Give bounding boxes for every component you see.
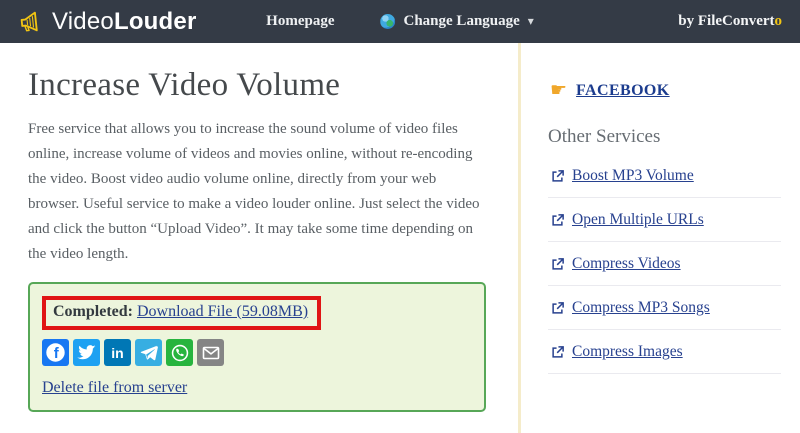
whatsapp-phone-icon bbox=[169, 342, 191, 364]
service-row-compress-images: Compress Images bbox=[548, 330, 781, 374]
facebook-page-link[interactable]: FACEBOOK bbox=[576, 82, 670, 100]
compress-videos-link[interactable]: Compress Videos bbox=[572, 255, 681, 273]
byline: by FileConverto bbox=[678, 13, 782, 30]
compress-mp3-songs-link[interactable]: Compress MP3 Songs bbox=[572, 299, 710, 317]
main-column: Increase Video Volume Free service that … bbox=[0, 43, 518, 433]
pointing-hand-icon: ☛ bbox=[550, 81, 567, 100]
megaphone-icon bbox=[17, 7, 46, 36]
sidebar: ☛ FACEBOOK Other Services Boost MP3 Volu… bbox=[518, 43, 800, 433]
whatsapp-share-icon[interactable] bbox=[166, 339, 193, 366]
email-share-icon[interactable] bbox=[197, 339, 224, 366]
telegram-plane-icon bbox=[139, 343, 159, 363]
completed-label: Completed: bbox=[53, 303, 133, 320]
service-row-compress-videos: Compress Videos bbox=[548, 242, 781, 286]
facebook-row: ☛ FACEBOOK bbox=[550, 81, 782, 100]
boost-mp3-volume-link[interactable]: Boost MP3 Volume bbox=[572, 167, 694, 185]
byline-text: by FileConvert bbox=[678, 13, 774, 29]
logo-word-louder: Louder bbox=[114, 8, 197, 35]
compress-images-link[interactable]: Compress Images bbox=[572, 343, 683, 361]
facebook-share-icon[interactable]: f bbox=[42, 339, 69, 366]
linkedin-in-icon: in bbox=[104, 339, 131, 366]
external-link-icon bbox=[550, 257, 565, 272]
external-link-icon bbox=[550, 301, 565, 316]
twitter-share-icon[interactable] bbox=[73, 339, 100, 366]
twitter-bird-icon bbox=[77, 343, 96, 362]
logo[interactable]: VideoLouder bbox=[18, 8, 196, 36]
service-description: Free service that allows you to increase… bbox=[28, 117, 488, 267]
external-link-icon bbox=[550, 345, 565, 360]
logo-text: VideoLouder bbox=[52, 8, 196, 36]
facebook-icon: f bbox=[42, 339, 69, 366]
page-title: Increase Video Volume bbox=[28, 67, 488, 104]
nav-center: Homepage Change Language ▾ bbox=[266, 13, 534, 30]
service-row-open-urls: Open Multiple URLs bbox=[548, 198, 781, 242]
globe-icon bbox=[381, 14, 396, 29]
share-row: f in bbox=[42, 339, 470, 366]
byline-accent: o bbox=[775, 13, 783, 29]
envelope-icon bbox=[199, 341, 223, 365]
telegram-share-icon[interactable] bbox=[135, 339, 162, 366]
homepage-link[interactable]: Homepage bbox=[266, 13, 334, 30]
videolouder-page: VideoLouder Homepage Change Language ▾ b… bbox=[0, 0, 800, 433]
external-link-icon bbox=[550, 213, 565, 228]
svg-text:in: in bbox=[111, 345, 123, 361]
result-box: Completed: Download File (59.08MB) f bbox=[28, 282, 486, 412]
completed-highlight-box: Completed: Download File (59.08MB) bbox=[42, 296, 321, 330]
open-multiple-urls-link[interactable]: Open Multiple URLs bbox=[572, 211, 704, 229]
logo-word-video: Video bbox=[52, 8, 114, 35]
service-row-compress-mp3: Compress MP3 Songs bbox=[548, 286, 781, 330]
content: Increase Video Volume Free service that … bbox=[0, 43, 800, 433]
change-language-label: Change Language bbox=[404, 13, 520, 30]
other-services-heading: Other Services bbox=[548, 126, 782, 148]
download-file-link[interactable]: Download File (59.08MB) bbox=[137, 303, 308, 320]
external-link-icon bbox=[550, 169, 565, 184]
delete-file-link[interactable]: Delete file from server bbox=[42, 379, 187, 397]
change-language-dropdown[interactable]: Change Language ▾ bbox=[381, 13, 534, 30]
linkedin-share-icon[interactable]: in bbox=[104, 339, 131, 366]
other-services-list: Boost MP3 Volume Open Multiple URLs Comp… bbox=[548, 154, 781, 374]
navbar: VideoLouder Homepage Change Language ▾ b… bbox=[0, 0, 800, 43]
service-row-boost-mp3: Boost MP3 Volume bbox=[548, 154, 781, 198]
chevron-down-icon: ▾ bbox=[528, 14, 534, 29]
